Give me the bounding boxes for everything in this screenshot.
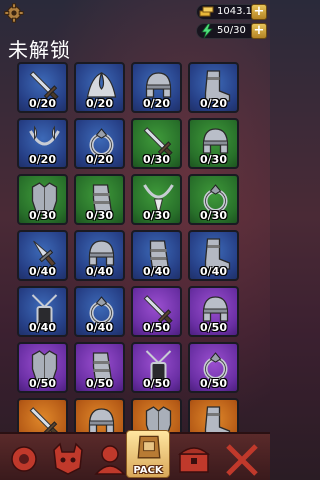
slot-count: 0/20 — [86, 153, 113, 166]
equipment-slot[interactable]: 0/40 — [74, 230, 125, 281]
slot-count: 0/50 — [143, 321, 170, 334]
add-energy-button[interactable]: + — [251, 23, 267, 39]
pack-icon — [137, 435, 161, 459]
equipment-slot[interactable]: 0/20 — [17, 62, 68, 113]
slot-count: 0/30 — [29, 209, 56, 222]
equipment-slot[interactable]: 0/20 — [131, 62, 182, 113]
equipment-slot[interactable]: 0/50 — [131, 286, 182, 337]
slot-count: 0/40 — [143, 265, 170, 278]
slot-count: 0/50 — [200, 377, 227, 390]
slot-count: 0/20 — [29, 153, 56, 166]
slot-count: 0/50 — [200, 321, 227, 334]
slot-count: 0/40 — [29, 321, 56, 334]
slot-count: 0/40 — [29, 265, 56, 278]
equipment-slot[interactable]: 0/40 — [188, 230, 239, 281]
nav-tab-pack[interactable]: PACK — [126, 430, 170, 478]
demon-mask-icon — [53, 442, 83, 475]
slot-count: 0/40 — [200, 265, 227, 278]
equipment-slot[interactable]: 0/40 — [17, 286, 68, 337]
shop-chest-icon — [177, 447, 211, 473]
equipment-slot[interactable]: 0/30 — [17, 174, 68, 225]
slot-count: 0/20 — [86, 97, 113, 110]
equipment-slot[interactable]: 0/40 — [17, 230, 68, 281]
gear-swirl-icon — [11, 446, 37, 472]
nav-tab-gear-swirl[interactable] — [4, 440, 44, 478]
slot-count: 0/20 — [143, 97, 170, 110]
equipment-slot[interactable]: 0/20 — [74, 62, 125, 113]
slot-count: 0/50 — [86, 377, 113, 390]
equipment-slot[interactable]: 0/50 — [17, 342, 68, 393]
equipment-slot[interactable]: 0/20 — [188, 62, 239, 113]
equipment-slot[interactable]: 0/20 — [74, 118, 125, 169]
nav-tab-demon-mask[interactable] — [48, 440, 88, 478]
slot-count: 0/30 — [143, 209, 170, 222]
equipment-slot[interactable]: 0/40 — [131, 230, 182, 281]
energy-bolt-icon — [201, 24, 213, 38]
hero-icon — [94, 445, 126, 475]
nav-tab-hero[interactable] — [90, 440, 130, 478]
gold-bars-icon — [199, 6, 214, 17]
equipment-slot[interactable]: 0/50 — [74, 342, 125, 393]
equipment-slot[interactable]: 0/30 — [131, 118, 182, 169]
slot-count: 0/30 — [200, 153, 227, 166]
gold-counter: 1043.1K + — [196, 4, 267, 20]
crossed-swords-icon — [226, 444, 258, 476]
slot-count: 0/50 — [143, 377, 170, 390]
slot-count: 0/40 — [86, 321, 113, 334]
slot-count: 0/30 — [86, 209, 113, 222]
equipment-slot[interactable]: 0/40 — [74, 286, 125, 337]
equipment-slot[interactable]: 0/30 — [74, 174, 125, 225]
slot-count: 0/20 — [200, 97, 227, 110]
energy-counter: 50/30 + — [196, 23, 267, 39]
equipment-slot[interactable]: 0/30 — [131, 174, 182, 225]
equipment-slot[interactable]: 0/30 — [188, 118, 239, 169]
nav-tab-crossed-swords[interactable] — [222, 440, 262, 478]
settings-gear-icon[interactable] — [4, 3, 24, 23]
nav-tab-shop-chest[interactable] — [174, 440, 214, 478]
slot-count: 0/50 — [29, 377, 56, 390]
bottom-nav-bar: PACK — [0, 430, 270, 480]
slot-count: 0/20 — [29, 97, 56, 110]
nav-label: PACK — [133, 465, 163, 476]
equipment-slot[interactable]: 0/20 — [17, 118, 68, 169]
equipment-slot[interactable]: 0/50 — [131, 342, 182, 393]
equipment-slot[interactable]: 0/50 — [188, 342, 239, 393]
slot-count: 0/30 — [200, 209, 227, 222]
add-gold-button[interactable]: + — [251, 4, 267, 20]
slot-count: 0/40 — [86, 265, 113, 278]
energy-value: 50/30 — [217, 25, 246, 36]
page-title: 未解锁 — [8, 38, 71, 62]
equipment-slot[interactable]: 0/30 — [188, 174, 239, 225]
slot-count: 0/30 — [143, 153, 170, 166]
equipment-slot[interactable]: 0/50 — [188, 286, 239, 337]
